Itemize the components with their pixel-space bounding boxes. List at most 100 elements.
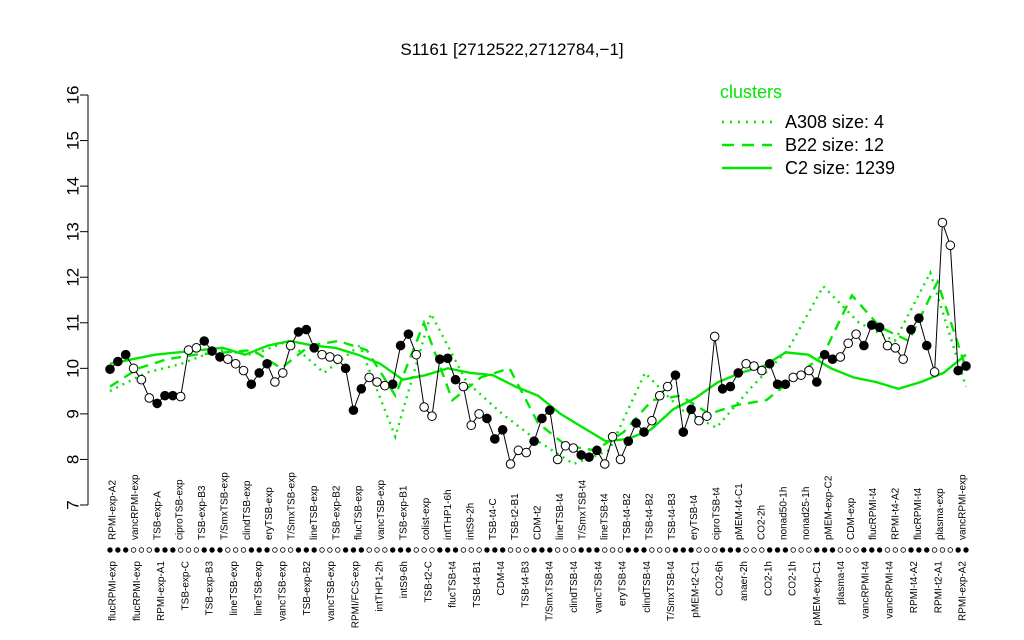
rug-mark (586, 547, 592, 553)
rug-mark (680, 547, 686, 553)
rug-mark (963, 547, 969, 553)
data-point (450, 374, 461, 385)
data-point (764, 358, 775, 369)
data-point (513, 445, 524, 456)
y-tick-label: 10 (63, 359, 82, 378)
data-point (364, 372, 374, 383)
data-point (725, 381, 736, 392)
rug-mark (154, 547, 160, 553)
data-point (584, 452, 594, 462)
x-tick-label: pMEM-t2-C1 (691, 561, 702, 618)
x-tick-label: pMEM-exp-C2 (823, 475, 834, 540)
rug-mark (460, 547, 467, 553)
data-point (702, 411, 712, 421)
x-tick-label: T/SmxTSB-exp (287, 472, 298, 540)
series-layer (109, 269, 968, 466)
x-tick-label: T/SmxTSB-exp (219, 472, 230, 540)
rug-mark (861, 547, 867, 553)
data-point (560, 440, 571, 451)
rug-mark (743, 547, 749, 553)
data-point (348, 405, 359, 416)
x-tick-label: CO2-1h (788, 561, 799, 596)
rug-mark (523, 547, 529, 553)
data-point (442, 353, 453, 364)
x-tick-label: CO2-6h (715, 561, 726, 596)
rug-mark (232, 547, 239, 553)
x-tick-label: flucTSB-exp (354, 485, 365, 540)
chart-title: S1161 [2712522,2712784,−1] (400, 40, 623, 59)
x-tick-label: plasma-exp (935, 488, 946, 540)
x-tick-label: TSB-t2-B1 (510, 493, 521, 540)
data-point (254, 368, 265, 378)
rug-mark (931, 547, 938, 553)
x-tick-label: pMEM-t4-C1 (734, 483, 745, 540)
x-tick-label: nonad25-1h (801, 487, 812, 540)
data-point (270, 377, 280, 387)
x-tick-label: TSB-exp-C (181, 561, 192, 610)
x-tick-label: clindTSB-t4 (569, 561, 580, 613)
x-tick-label: intTHP1-2h (375, 561, 386, 612)
rug-mark (947, 547, 953, 553)
data-point (403, 329, 414, 339)
rug-mark (798, 547, 804, 553)
series-line-2 (109, 269, 968, 466)
rug-mark (625, 547, 632, 553)
x-tick-label: colist-exp (421, 497, 432, 540)
data-point (890, 343, 901, 353)
data-point (709, 331, 720, 342)
rug-mark (437, 547, 443, 553)
data-point (874, 322, 885, 333)
x-tick-label: vancTSB-t4 (593, 561, 604, 614)
x-tick-label: flucRPMI-t4 (868, 487, 879, 540)
data-point (882, 340, 893, 351)
data-point (262, 358, 272, 369)
rug-mark (185, 547, 192, 553)
rug-mark (319, 547, 325, 553)
rug-mark (759, 547, 765, 553)
rug-mark (539, 547, 545, 553)
x-tick-label: lineTSB-t4 (555, 493, 566, 540)
data-point (961, 361, 971, 371)
rug-mark (240, 547, 247, 553)
x-tick-label: TSB-exp-B2 (302, 561, 313, 616)
data-point (804, 365, 814, 376)
data-point (419, 402, 429, 412)
x-tick-label: clindTSB-t4 (642, 561, 653, 613)
data-point (128, 363, 139, 374)
x-tick-labels-top: RPMI-exp-A2 vancRPMI-exp TSB-exp-A ciproTSB… (108, 472, 969, 540)
x-tick-label: lineTSB-exp (253, 561, 264, 616)
rug-mark (335, 547, 341, 553)
data-point (490, 434, 500, 444)
rug-mark (735, 547, 741, 553)
x-tick-label: eryTSB-t4 (618, 561, 629, 606)
rug-mark (924, 547, 930, 553)
rug-mark (405, 547, 412, 553)
data-point (191, 343, 202, 353)
x-tick-labels-bottom: flucRPMI-exp flucRPMI-exp RPMI-exp-A1 TSB-e… (108, 561, 969, 629)
rug-mark (444, 547, 451, 553)
data-point (544, 405, 555, 416)
x-tick-label: lineTSB-exp (229, 561, 240, 616)
rug-mark (225, 547, 231, 553)
x-tick-label: flucRPMI-exp (132, 561, 143, 621)
data-point (717, 384, 728, 394)
x-tick-label: CO2-1h (763, 561, 774, 596)
data-point (537, 413, 547, 424)
rug-mark (209, 547, 215, 553)
rug-mark (499, 547, 506, 553)
rug-mark (201, 547, 207, 553)
y-tick-label: 12 (63, 268, 82, 287)
rug-mark (845, 547, 851, 553)
rug-mark (837, 547, 844, 553)
data-point (521, 447, 532, 458)
rug-mark (272, 547, 278, 553)
x-tick-label: TSB-exp-B1 (398, 485, 409, 540)
data-point (592, 445, 602, 456)
legend-label-c2: C2 size: 1239 (785, 158, 895, 178)
data-point (285, 340, 296, 351)
data-point (631, 418, 641, 428)
data-point (168, 390, 178, 401)
rug-mark (193, 547, 200, 553)
rug-mark (664, 547, 671, 553)
data-point (215, 352, 225, 362)
